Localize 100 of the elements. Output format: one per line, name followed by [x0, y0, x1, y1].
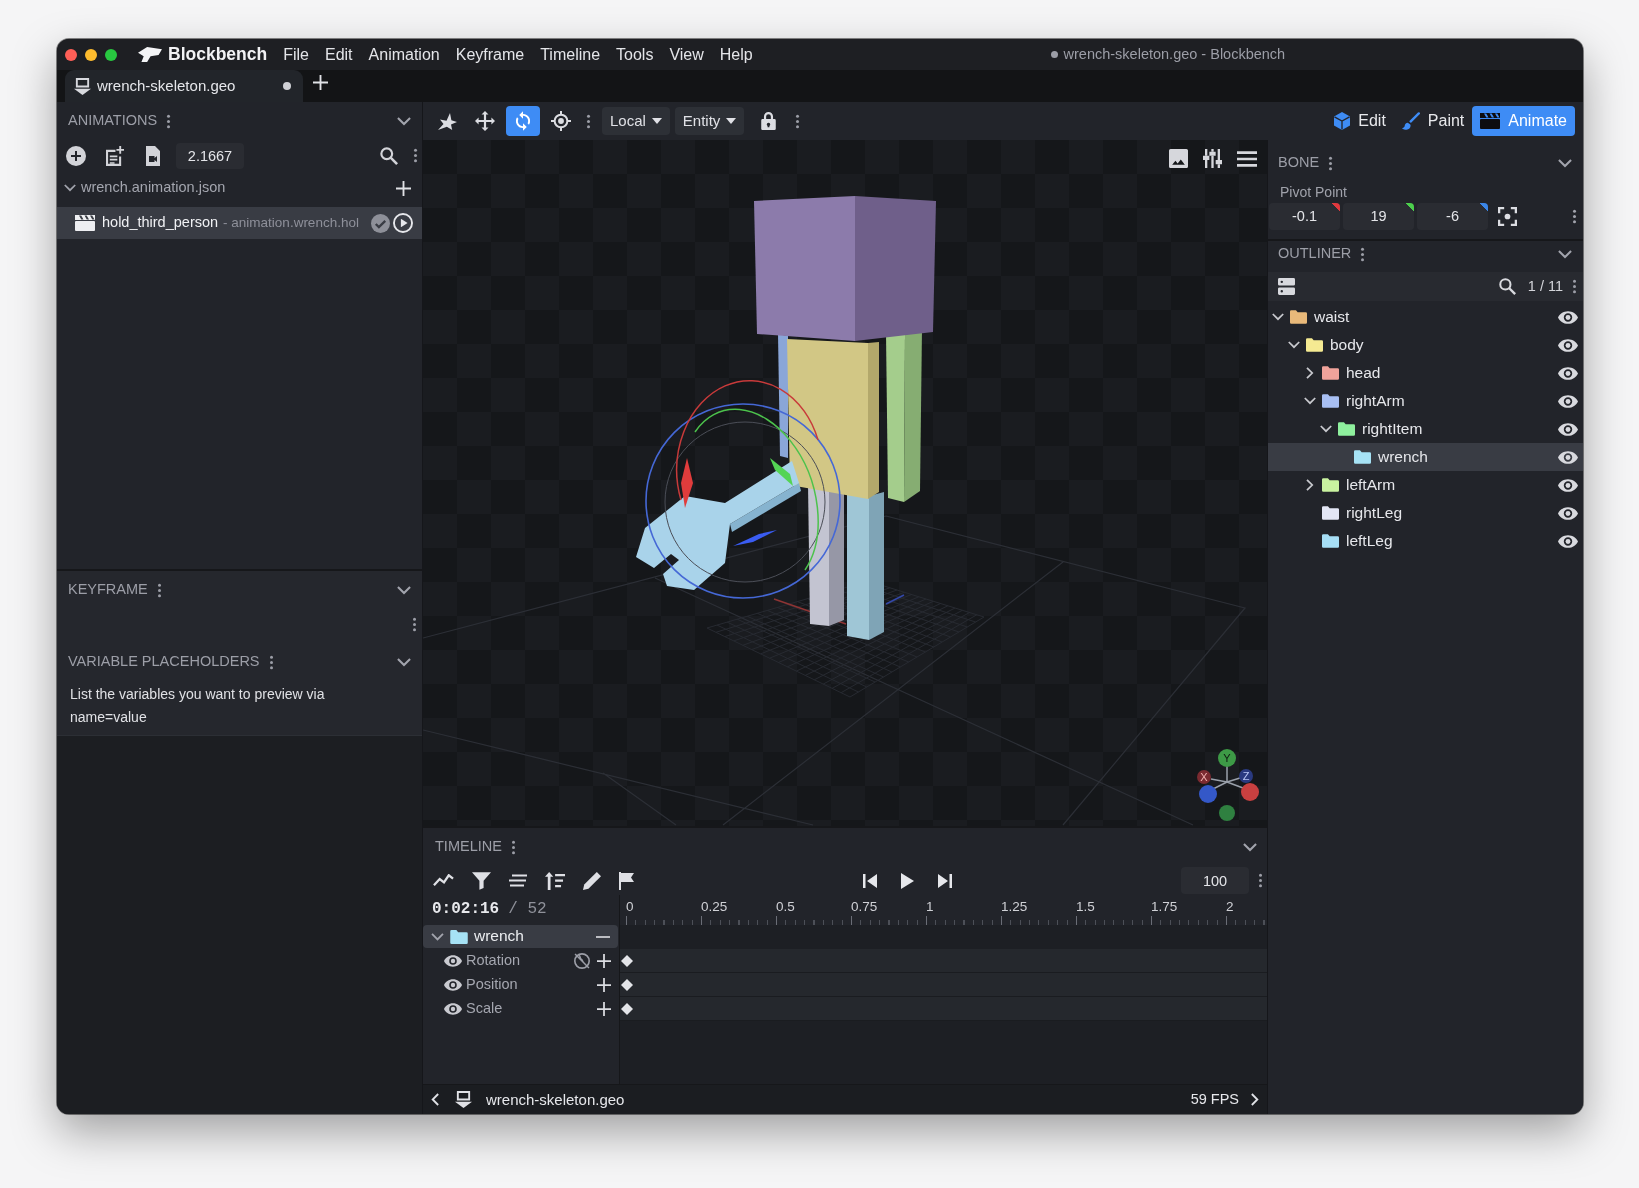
chevron-down-icon[interactable]	[1243, 842, 1257, 852]
menu-item[interactable]: Keyframe	[455, 44, 525, 65]
menu-item[interactable]: Timeline	[540, 44, 601, 65]
outliner-item[interactable]: wrench	[1268, 443, 1583, 471]
eye-icon[interactable]	[1558, 366, 1578, 380]
play-icon[interactable]	[393, 213, 413, 233]
pivot-field[interactable]: -6	[1417, 202, 1488, 230]
more-icon[interactable]	[166, 113, 172, 129]
outliner-item[interactable]: head	[1268, 359, 1583, 387]
menu-icon[interactable]	[1237, 150, 1257, 167]
more-icon[interactable]	[1258, 873, 1263, 888]
mode-tab[interactable]: Edit	[1326, 106, 1394, 136]
more-icon[interactable]	[510, 839, 516, 855]
keyframe-track[interactable]	[620, 973, 1267, 997]
more-icon[interactable]	[1572, 208, 1577, 224]
chevron-right-icon[interactable]	[1306, 367, 1314, 379]
outliner-item[interactable]: waist	[1268, 303, 1583, 331]
outliner-item[interactable]: leftArm	[1268, 471, 1583, 499]
pencil-icon[interactable]	[583, 871, 601, 890]
add-circle-icon[interactable]	[66, 145, 86, 166]
mode-tab[interactable]: Paint	[1393, 106, 1473, 136]
dropdown[interactable]: Local	[602, 107, 670, 135]
menu-item[interactable]: View	[669, 44, 704, 65]
chevron-down-icon[interactable]	[397, 585, 411, 595]
eye-icon[interactable]	[1558, 394, 1578, 408]
keyframe-track[interactable]	[620, 949, 1267, 973]
minus-icon[interactable]	[596, 935, 610, 938]
rotation-gizmo[interactable]	[645, 379, 841, 599]
chevron-down-icon[interactable]	[1320, 425, 1332, 433]
search-icon[interactable]	[380, 146, 398, 165]
plus-icon[interactable]	[597, 954, 611, 968]
lock-icon[interactable]	[761, 112, 777, 130]
lines-icon[interactable]	[509, 874, 527, 887]
filter-icon[interactable]	[472, 871, 491, 890]
menu-item[interactable]: Help	[719, 44, 753, 65]
eye-icon[interactable]	[444, 979, 462, 991]
chevron-down-icon[interactable]	[397, 657, 411, 667]
value-field[interactable]: 2.1667	[176, 142, 244, 169]
eye-icon[interactable]	[1558, 534, 1578, 548]
outliner-item[interactable]: leftLeg	[1268, 527, 1583, 555]
stacked-boxes-icon[interactable]	[1278, 278, 1295, 295]
image-icon[interactable]	[1169, 149, 1188, 168]
close-button[interactable]	[65, 48, 77, 61]
plus-icon[interactable]	[313, 74, 328, 90]
chevron-down-icon[interactable]	[1558, 249, 1572, 259]
video-file-icon[interactable]	[146, 145, 160, 166]
more-icon[interactable]	[1360, 246, 1366, 262]
more-icon[interactable]	[586, 113, 591, 129]
chevron-left-icon[interactable]	[431, 1093, 439, 1106]
eye-icon[interactable]	[1558, 506, 1578, 520]
file-tab[interactable]: wrench-skeleton.geo	[65, 70, 303, 102]
eye-icon[interactable]	[1558, 450, 1578, 464]
chevron-down-icon[interactable]	[397, 116, 411, 126]
variables-field[interactable]	[57, 735, 422, 1114]
animator-row[interactable]: wrench	[423, 925, 618, 948]
keyframe-icon[interactable]	[621, 978, 633, 991]
eye-icon[interactable]	[444, 1003, 462, 1015]
skip-back-icon[interactable]	[863, 873, 877, 888]
plus-icon[interactable]	[396, 180, 411, 196]
viewport[interactable]: X Y Z	[423, 140, 1267, 826]
eye-icon[interactable]	[1558, 422, 1578, 436]
animation-item[interactable]: hold_third_person - animation.wrench.hol	[57, 207, 422, 239]
skip-forward-icon[interactable]	[938, 873, 952, 888]
chevron-down-icon[interactable]	[1288, 341, 1300, 349]
menu-item[interactable]: Animation	[368, 44, 440, 65]
more-icon[interactable]	[413, 148, 418, 163]
chevron-right-icon[interactable]	[1306, 479, 1314, 491]
minimize-button[interactable]	[85, 48, 97, 61]
axis-gizmo[interactable]: X Y Z	[1197, 749, 1259, 821]
flag-icon[interactable]	[619, 871, 634, 890]
outliner-item[interactable]: rightItem	[1268, 415, 1583, 443]
more-icon[interactable]	[1328, 155, 1334, 171]
wrench-model[interactable]	[636, 461, 801, 590]
more-icon[interactable]	[156, 582, 162, 598]
crossed-globe-icon[interactable]	[574, 953, 590, 969]
eye-icon[interactable]	[1558, 310, 1578, 324]
outliner-item[interactable]: body	[1268, 331, 1583, 359]
outliner-item[interactable]: rightLeg	[1268, 499, 1583, 527]
character-model[interactable]	[754, 196, 936, 640]
sort-icon[interactable]	[545, 871, 565, 890]
more-icon[interactable]	[412, 616, 417, 632]
search-icon[interactable]	[1498, 278, 1516, 295]
note-add-icon[interactable]	[106, 145, 124, 166]
chevron-down-icon[interactable]	[64, 184, 76, 192]
pivot-field[interactable]: 19	[1343, 202, 1414, 230]
zoom-button[interactable]	[105, 48, 117, 61]
sliders-icon[interactable]	[1203, 149, 1222, 168]
menu-item[interactable]: Tools	[616, 44, 654, 65]
keyframe-track[interactable]	[620, 997, 1267, 1021]
zoom-field[interactable]: 100	[1181, 867, 1249, 894]
chevron-down-icon[interactable]	[1304, 397, 1316, 405]
menu-item[interactable]: Edit	[325, 44, 353, 65]
more-icon[interactable]	[268, 654, 274, 670]
time-ruler[interactable]: 0 0.25 0.5 0.75 1 1.25 1.5 1.75 2	[620, 895, 1267, 925]
pivot-field[interactable]: -0.1	[1269, 202, 1340, 230]
chevron-right-icon[interactable]	[1251, 1093, 1259, 1106]
dropdown[interactable]: Entity	[674, 107, 745, 135]
more-icon[interactable]	[1572, 279, 1577, 294]
line-graph-icon[interactable]	[433, 874, 454, 887]
menu-item[interactable]: File	[283, 44, 309, 65]
